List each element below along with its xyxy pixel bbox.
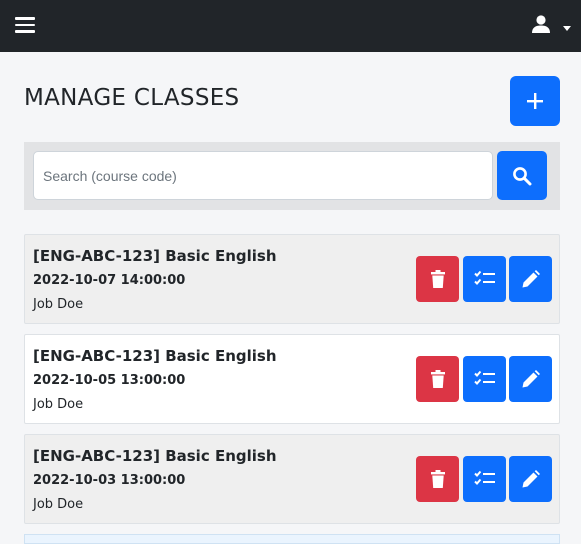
class-name: [ENG-ABC-123] Basic English (33, 447, 277, 465)
class-teacher: Job Doe (33, 497, 84, 512)
class-datetime: 2022-10-07 14:00:00 (33, 273, 186, 288)
attendance-button[interactable] (463, 256, 506, 302)
chevron-down-icon (563, 26, 571, 31)
class-name: [ENG-ABC-123] Basic English (33, 247, 277, 265)
delete-class-button[interactable] (416, 256, 459, 302)
checklist-icon (473, 270, 495, 285)
delete-class-button[interactable] (416, 456, 459, 502)
pencil-icon (522, 270, 540, 288)
search-bar (24, 142, 560, 210)
class-teacher: Job Doe (33, 297, 84, 312)
search-icon (513, 166, 532, 185)
trash-icon (430, 270, 445, 288)
trash-icon (430, 470, 445, 488)
delete-class-button[interactable] (416, 356, 459, 402)
attendance-button[interactable] (463, 456, 506, 502)
class-card: [ENG-ABC-123] Basic English 2022-10-03 13… (24, 434, 560, 524)
edit-class-button[interactable] (509, 456, 552, 502)
edit-class-button[interactable] (509, 356, 552, 402)
user-icon (532, 15, 550, 33)
class-teacher: Job Doe (33, 397, 84, 412)
class-name: [ENG-ABC-123] Basic English (33, 347, 277, 365)
class-datetime: 2022-10-05 13:00:00 (33, 373, 186, 388)
add-class-button[interactable] (510, 76, 560, 126)
edit-class-button[interactable] (509, 256, 552, 302)
trash-icon (430, 370, 445, 388)
checklist-icon (473, 370, 495, 385)
user-menu-toggle[interactable] (531, 14, 571, 38)
list-item-partial (24, 534, 560, 544)
page-title: MANAGE CLASSES (24, 85, 240, 111)
top-navbar (0, 0, 581, 52)
attendance-button[interactable] (463, 356, 506, 402)
pencil-icon (522, 370, 540, 388)
hamburger-icon[interactable] (15, 17, 35, 33)
class-datetime: 2022-10-03 13:00:00 (33, 473, 186, 488)
plus-icon (527, 93, 543, 109)
search-input[interactable] (33, 151, 493, 200)
class-card: [ENG-ABC-123] Basic English 2022-10-05 13… (24, 334, 560, 424)
search-button[interactable] (497, 151, 547, 200)
class-card: [ENG-ABC-123] Basic English 2022-10-07 14… (24, 234, 560, 324)
pencil-icon (522, 470, 540, 488)
checklist-icon (473, 470, 495, 485)
